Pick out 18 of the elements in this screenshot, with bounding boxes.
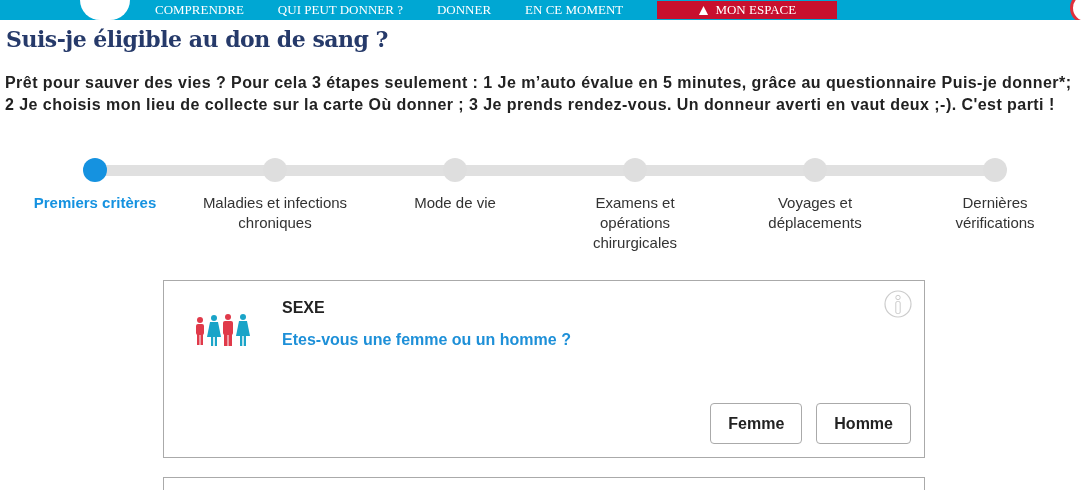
step-label[interactable]: Voyages et déplacements — [739, 193, 891, 233]
answer-button[interactable]: Homme — [816, 403, 911, 444]
family-icon — [194, 313, 252, 347]
question-heading: SEXE — [282, 299, 325, 317]
step-dot[interactable] — [83, 158, 107, 182]
answer-button[interactable]: Femme — [710, 403, 803, 444]
step-label[interactable]: Maladies et infections chroniques — [199, 193, 351, 233]
step-label[interactable]: Mode de vie — [379, 193, 531, 213]
question-text: Etes-vous une femme ou un homme ? — [282, 331, 571, 349]
page-title: Suis-je éligible au don de sang ? — [6, 26, 389, 52]
step-label[interactable]: Examens et opérations chirurgicales — [559, 193, 711, 253]
step-label[interactable]: Dernières vérifications — [935, 193, 1055, 233]
info-icon[interactable] — [884, 290, 912, 318]
intro-paragraph: Prêt pour sauver des vies ? Pour cela 3 étapes seulement : 1 Je m’auto évalue en 5 minutes, grâce au questionnaire Puis-je donner*; 2 Je choisis mon lieu de collecte sur la carte Où donner ; 3 Je prends rendez-vous. Un donneur averti en vaut deux ;-). C'est parti ! — [5, 73, 1073, 115]
account-button[interactable]: MON ESPACE — [657, 1, 838, 19]
person-icon — [698, 4, 710, 16]
step-dot[interactable] — [983, 158, 1007, 182]
logo-icon — [80, 0, 130, 20]
